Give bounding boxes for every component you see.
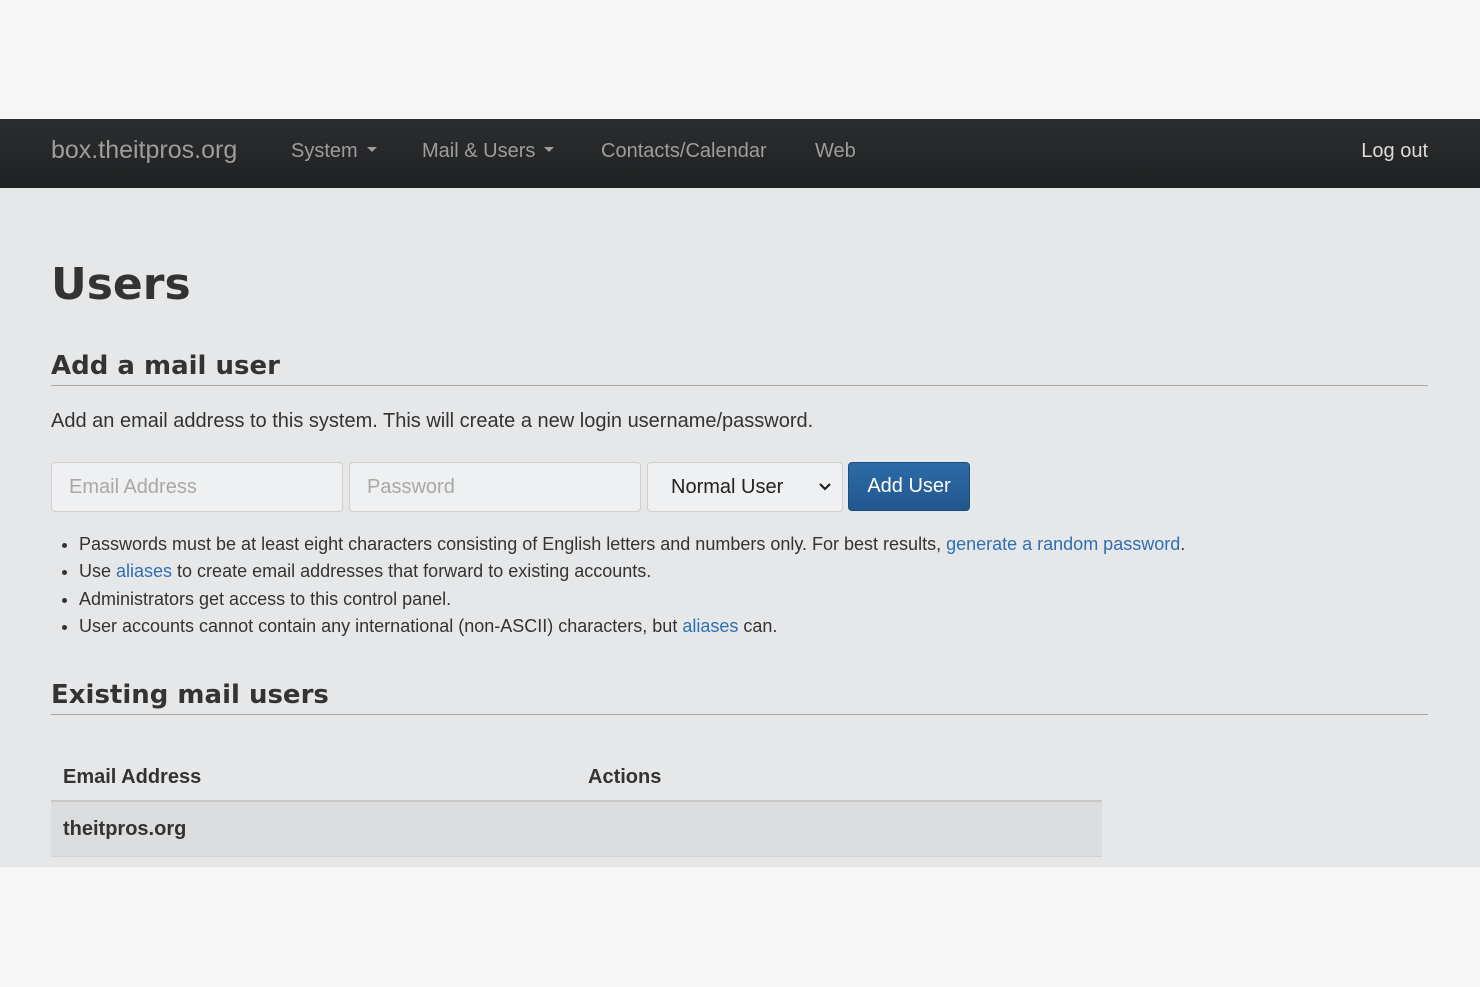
note-password-rules: Passwords must be at least eight charact… (79, 531, 1185, 558)
admin-app: box.theitpros.org System Mail & Users Co… (0, 119, 1480, 867)
domain-group-row: theitpros.org (51, 801, 1102, 857)
note-text: Passwords must be at least eight charact… (79, 534, 947, 554)
privilege-selected-value: Normal User (671, 476, 784, 498)
top-navbar: box.theitpros.org System Mail & Users Co… (0, 119, 1480, 188)
aliases-link[interactable]: aliases (116, 561, 172, 581)
nav-contacts-calendar[interactable]: Contacts/Calendar (601, 140, 767, 163)
chevron-down-icon (819, 483, 831, 491)
note-aliases: Use aliases to create email addresses th… (79, 558, 1185, 585)
password-input[interactable] (349, 462, 641, 512)
email-address-input[interactable] (51, 462, 343, 512)
add-user-button[interactable]: Add User (848, 462, 970, 511)
note-text: Use (79, 561, 117, 582)
existing-users-table: Email Address Actions theitpros.org (51, 755, 1102, 857)
generate-random-password-link[interactable]: generate a random password (946, 534, 1180, 554)
logout-link[interactable]: Log out (1361, 140, 1428, 163)
add-user-description: Add an email address to this system. Thi… (51, 410, 814, 432)
existing-users-heading: Existing mail users (51, 680, 1428, 715)
nav-mail-users-menu[interactable]: Mail & Users (422, 140, 555, 163)
note-non-ascii: User accounts cannot contain any interna… (79, 613, 1185, 640)
nav-system-menu[interactable]: System (291, 140, 377, 163)
frame-bottom-margin (0, 867, 1480, 987)
note-text: . (1180, 534, 1186, 554)
frame-top-margin (0, 0, 1480, 119)
note-text: can. (738, 615, 778, 636)
aliases-link[interactable]: aliases (682, 616, 738, 636)
note-text: Administrators get access to this contro… (79, 588, 452, 609)
page-title: Users (51, 259, 191, 310)
caret-down-icon (544, 147, 555, 153)
add-user-notes: Passwords must be at least eight charact… (51, 531, 1185, 640)
table-header-row: Email Address Actions (51, 755, 1102, 802)
nav-mail-users-label: Mail & Users (422, 140, 536, 162)
brand-link[interactable]: box.theitpros.org (51, 136, 237, 165)
note-administrators: Administrators get access to this contro… (79, 586, 1185, 613)
privilege-select[interactable]: Normal User (647, 462, 843, 512)
domain-group-actions (576, 801, 1102, 857)
column-email-address: Email Address (51, 755, 576, 802)
nav-web[interactable]: Web (815, 140, 856, 163)
nav-system-label: System (291, 140, 358, 162)
note-text: to create email addresses that forward t… (172, 561, 652, 582)
domain-group-label: theitpros.org (51, 801, 576, 857)
note-text: User accounts cannot contain any interna… (79, 615, 683, 636)
caret-down-icon (366, 147, 377, 153)
add-user-heading: Add a mail user (51, 351, 1428, 386)
column-actions: Actions (576, 755, 1102, 802)
